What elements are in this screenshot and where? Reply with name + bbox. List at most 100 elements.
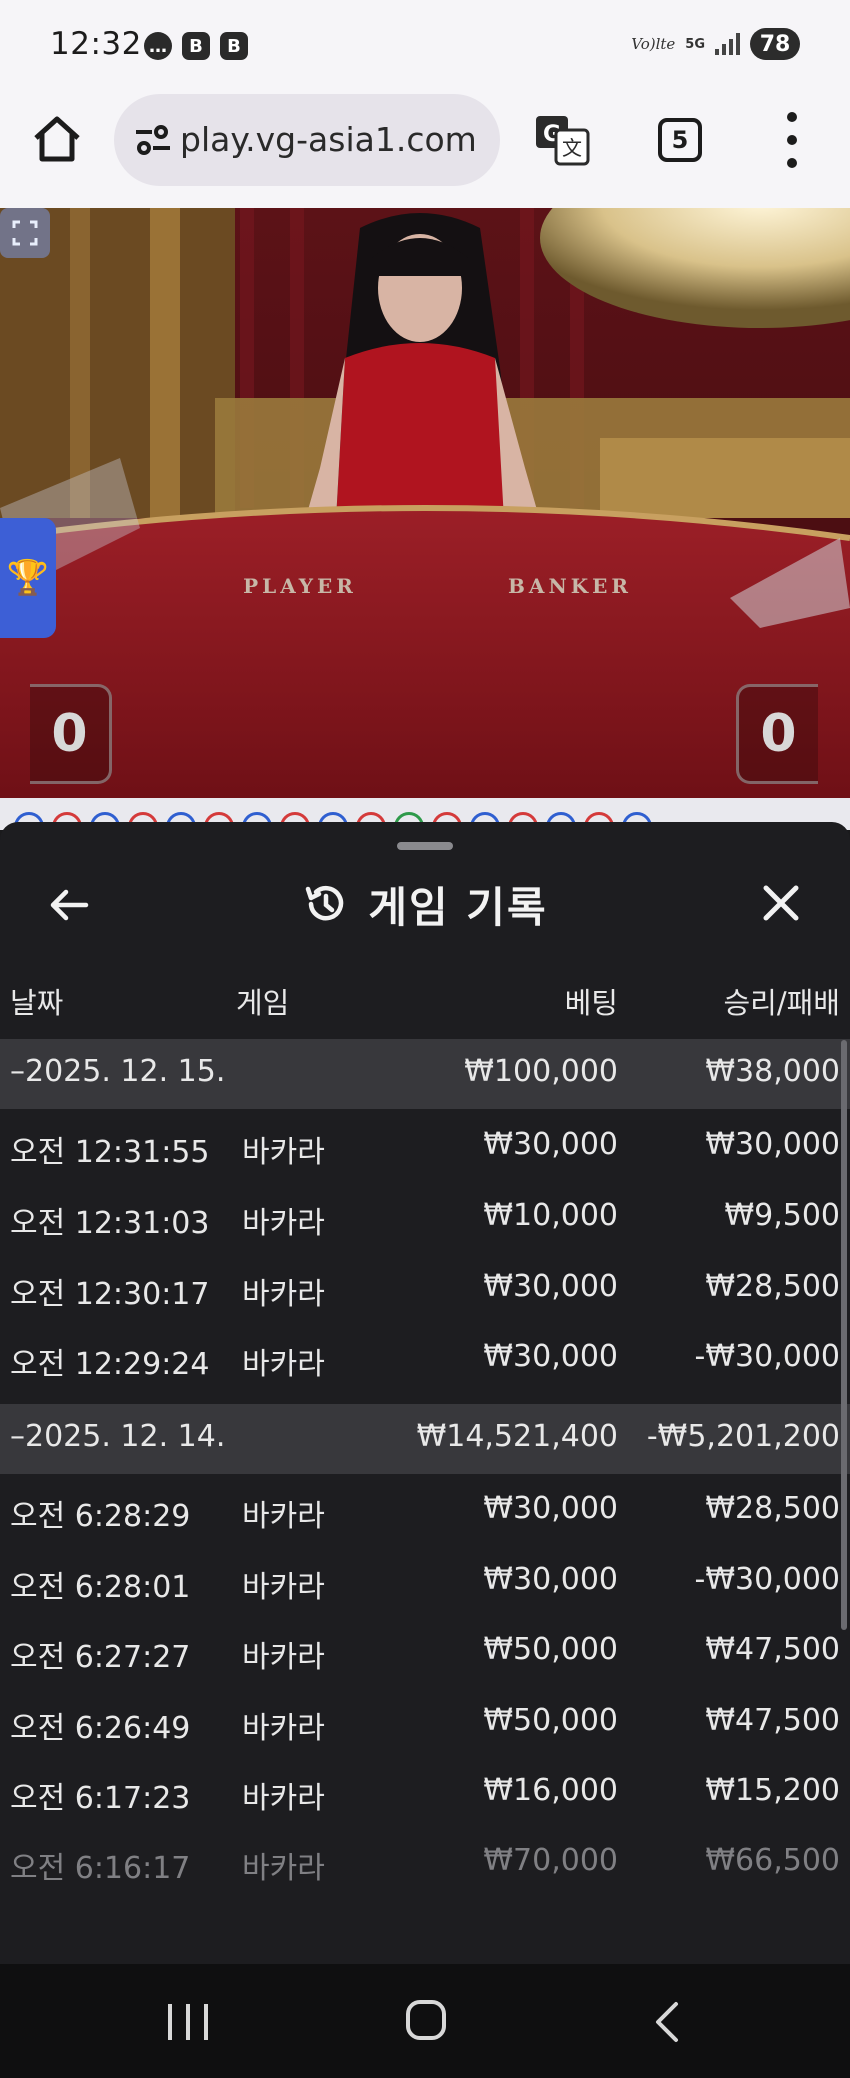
row-time: 오전 12:31:55: [10, 1135, 210, 1170]
status-time: 12:32: [50, 26, 142, 62]
row-game: 바카라: [242, 1851, 325, 1886]
row-bet: ₩10,000: [483, 1198, 618, 1233]
status-bar: 12:32 … B B Vo)lte 5G 78: [0, 0, 850, 90]
network-5g-icon: 5G: [685, 36, 705, 52]
history-row[interactable]: 오전 6:26:49 바카라 ₩50,000 ₩47,500: [0, 1688, 850, 1758]
browser-toolbar: play.vg-asia1.com G 文 5: [0, 90, 850, 208]
history-row[interactable]: 오전 6:17:23 바카라 ₩16,000 ₩15,200: [0, 1758, 850, 1828]
dealer-scene: PLAYER BANKER: [0, 208, 850, 798]
notification-icons: … B B: [144, 32, 248, 60]
row-game: 바카라: [242, 1640, 325, 1675]
group-total-bet: ₩14,521,400: [416, 1419, 618, 1454]
column-header-date: 날짜: [10, 986, 64, 1020]
b-notification-icon: B: [182, 32, 210, 60]
row-bet: ₩50,000: [483, 1703, 618, 1738]
tabs-icon[interactable]: 5: [658, 118, 702, 162]
scrollbar[interactable]: [841, 1040, 847, 1630]
history-row[interactable]: 오전 12:30:17 바카라 ₩30,000 ₩28,500: [0, 1254, 850, 1324]
close-icon[interactable]: [758, 880, 804, 926]
row-win-loss: ₩30,000: [705, 1127, 840, 1162]
row-time: 오전 12:29:24: [10, 1347, 210, 1382]
banker-score: 0: [736, 684, 818, 784]
battery-icon: 78: [750, 28, 800, 60]
group-total-bet: ₩100,000: [464, 1054, 618, 1089]
volte-icon: Vo)lte: [631, 35, 676, 53]
row-time: 오전 12:31:03: [10, 1206, 210, 1241]
row-game: 바카라: [242, 1206, 325, 1241]
home-icon[interactable]: [30, 112, 84, 166]
date-group-row[interactable]: –2025. 12. 14. ₩14,521,400 -₩5,201,200: [0, 1404, 850, 1474]
column-header-game: 게임: [236, 986, 290, 1020]
row-game: 바카라: [242, 1499, 325, 1534]
row-win-loss: ₩47,500: [705, 1632, 840, 1667]
panel-header: 게임 기록: [0, 874, 850, 934]
history-row[interactable]: 오전 12:29:24 바카라 ₩30,000 -₩30,000: [0, 1324, 850, 1394]
game-history-panel: 게임 기록 날짜 게임 베팅 승리/패배 –2025. 12. 15. ₩100…: [0, 822, 850, 1964]
chat-notification-icon: …: [144, 32, 172, 60]
back-chevron-icon[interactable]: [648, 2000, 688, 2044]
row-win-loss: -₩30,000: [694, 1562, 840, 1597]
history-row[interactable]: 오전 12:31:55 바카라 ₩30,000 ₩30,000: [0, 1112, 850, 1182]
drag-handle[interactable]: [397, 842, 453, 850]
row-win-loss: ₩9,500: [724, 1198, 840, 1233]
row-win-loss: ₩28,500: [705, 1491, 840, 1526]
group-total-win: ₩38,000: [705, 1054, 840, 1089]
row-win-loss: ₩47,500: [705, 1703, 840, 1738]
panel-title: 게임 기록: [368, 882, 548, 932]
site-settings-icon[interactable]: [134, 124, 172, 156]
row-bet: ₩30,000: [483, 1562, 618, 1597]
translate-icon[interactable]: G 文: [534, 114, 590, 166]
history-row[interactable]: 오전 6:16:17 바카라 ₩70,000 ₩66,500: [0, 1828, 850, 1898]
row-bet: ₩30,000: [483, 1339, 618, 1374]
address-bar[interactable]: play.vg-asia1.com: [114, 94, 500, 186]
row-bet: ₩30,000: [483, 1269, 618, 1304]
date-group-row[interactable]: –2025. 12. 15. ₩100,000 ₩38,000: [0, 1039, 850, 1109]
row-time: 오전 6:17:23: [10, 1781, 191, 1816]
recents-icon[interactable]: [168, 2004, 208, 2040]
group-date: –2025. 12. 15.: [10, 1054, 226, 1089]
group-date: –2025. 12. 14.: [10, 1419, 226, 1454]
history-row[interactable]: 오전 6:27:27 바카라 ₩50,000 ₩47,500: [0, 1617, 850, 1687]
row-game: 바카라: [242, 1347, 325, 1382]
row-win-loss: ₩66,500: [705, 1843, 840, 1878]
row-win-loss: -₩30,000: [694, 1339, 840, 1374]
history-icon: [306, 886, 344, 921]
trophy-icon[interactable]: 🏆: [0, 518, 56, 638]
history-row[interactable]: 오전 12:31:03 바카라 ₩10,000 ₩9,500: [0, 1183, 850, 1253]
row-win-loss: ₩15,200: [705, 1773, 840, 1808]
column-header-win-loss: 승리/패배: [723, 986, 841, 1020]
banker-label: BANKER: [508, 574, 632, 598]
player-score: 0: [30, 684, 112, 784]
row-bet: ₩70,000: [483, 1843, 618, 1878]
svg-text:文: 文: [562, 136, 582, 160]
row-bet: ₩16,000: [483, 1773, 618, 1808]
column-header-bet: 베팅: [564, 986, 618, 1020]
row-bet: ₩50,000: [483, 1632, 618, 1667]
row-bet: ₩30,000: [483, 1127, 618, 1162]
system-nav-bar: [0, 1964, 850, 2078]
row-game: 바카라: [242, 1781, 325, 1816]
history-row[interactable]: 오전 6:28:01 바카라 ₩30,000 -₩30,000: [0, 1547, 850, 1617]
row-time: 오전 6:27:27: [10, 1640, 191, 1675]
history-row[interactable]: 오전 6:28:29 바카라 ₩30,000 ₩28,500: [0, 1476, 850, 1546]
row-time: 오전 6:28:29: [10, 1499, 191, 1534]
row-time: 오전 6:16:17: [10, 1851, 191, 1886]
status-indicators: Vo)lte 5G 78: [631, 28, 800, 60]
row-game: 바카라: [242, 1711, 325, 1746]
row-time: 오전 6:26:49: [10, 1711, 191, 1746]
b-notification-icon: B: [220, 32, 248, 60]
home-circle-icon[interactable]: [406, 2000, 446, 2040]
group-total-win: -₩5,201,200: [646, 1419, 840, 1454]
row-game: 바카라: [242, 1570, 325, 1605]
live-video: PLAYER BANKER 🏆: [0, 208, 850, 798]
fullscreen-icon[interactable]: [0, 208, 50, 258]
row-bet: ₩30,000: [483, 1491, 618, 1526]
signal-icon: [715, 33, 740, 55]
more-vert-icon[interactable]: [782, 112, 802, 168]
row-game: 바카라: [242, 1135, 325, 1170]
player-label: PLAYER: [243, 574, 357, 598]
row-time: 오전 12:30:17: [10, 1277, 210, 1312]
row-time: 오전 6:28:01: [10, 1570, 191, 1605]
row-game: 바카라: [242, 1277, 325, 1312]
row-win-loss: ₩28,500: [705, 1269, 840, 1304]
